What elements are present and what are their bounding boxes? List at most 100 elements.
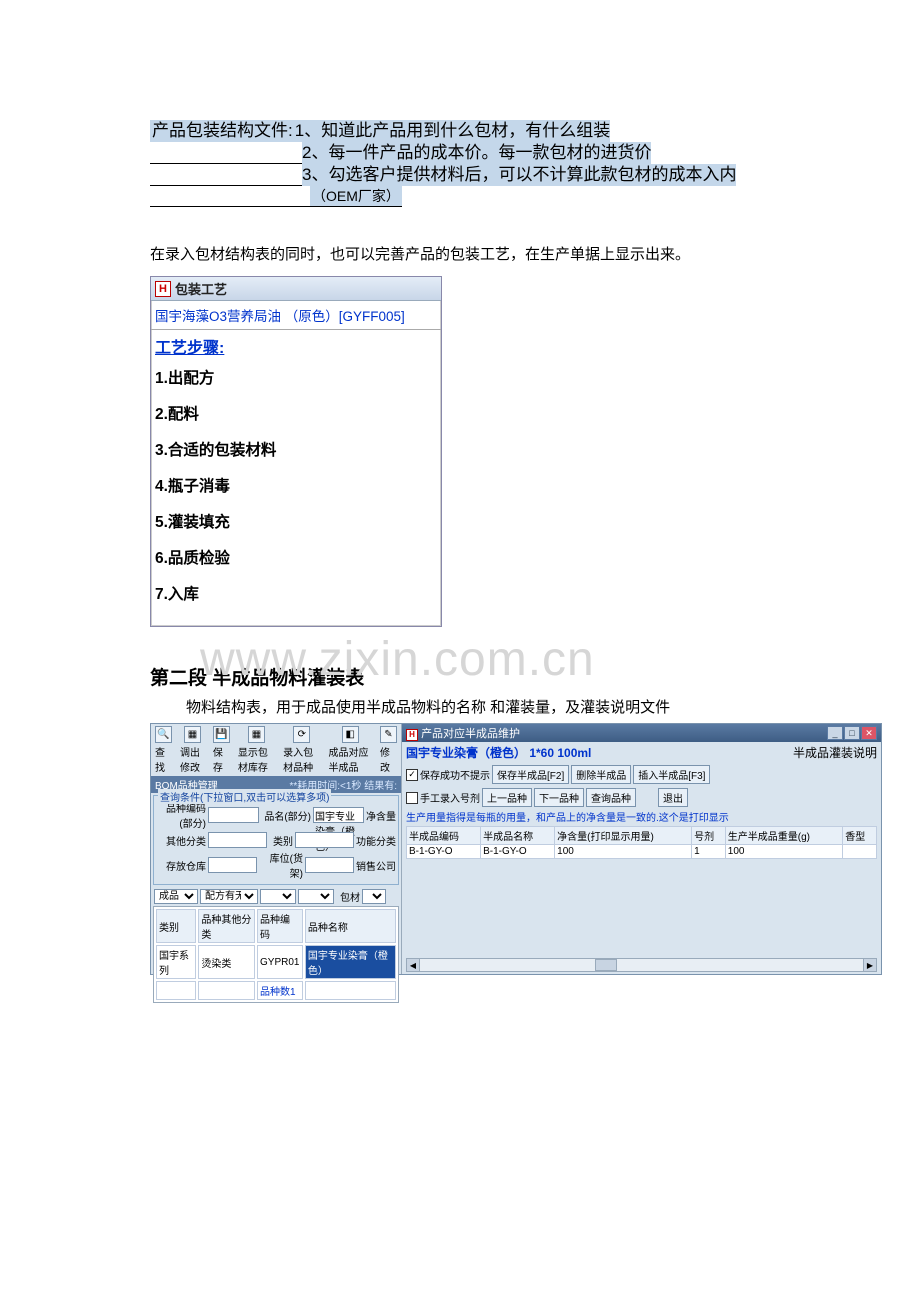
packaging-process-card: H 包装工艺 国宇海藻O3营养局油 （原色）[GYFF005] 工艺步骤: 1.… (150, 276, 442, 627)
btn-delete[interactable]: 删除半成品 (571, 765, 631, 784)
toolbar-find[interactable]: 🔍查找 (155, 726, 172, 774)
select-blank2[interactable] (298, 889, 334, 904)
horizontal-scrollbar[interactable]: ◀ ▶ (406, 958, 877, 972)
left-toolbar: 🔍查找 ▦调出修改 💾保存 ▦显示包材库存 ⟳录入包材品种 ◧成品对应半成品 ✎… (151, 724, 401, 776)
scroll-right-icon[interactable]: ▶ (863, 959, 876, 971)
col-agent[interactable]: 号剂 (692, 827, 726, 845)
card-titlebar: H 包装工艺 (151, 277, 441, 301)
col-category[interactable]: 类别 (156, 909, 196, 943)
table-row[interactable]: 国宇系列 烫染类 GYPR01 国宇专业染膏（橙色） (156, 945, 396, 979)
btn-prev[interactable]: 上一品种 (482, 788, 532, 807)
scroll-thumb[interactable] (595, 959, 617, 971)
select-pack[interactable] (362, 889, 386, 904)
input-category[interactable] (295, 832, 354, 848)
app-window: 🔍查找 ▦调出修改 💾保存 ▦显示包材库存 ⟳录入包材品种 ◧成品对应半成品 ✎… (150, 723, 882, 975)
col-name[interactable]: 品种名称 (305, 909, 396, 943)
card-title-text: 包装工艺 (175, 279, 227, 298)
btn-next[interactable]: 下一品种 (534, 788, 584, 807)
toolbar-input[interactable]: ⟳录入包材品种 (283, 726, 320, 774)
toolbar-modify[interactable]: ✎修改 (380, 726, 397, 774)
header-title-prefix: 产品包装结构文件: (150, 120, 295, 142)
refresh-icon: ⟳ (293, 726, 310, 743)
select-recipe[interactable]: 配方有无 (200, 889, 258, 904)
select-finished[interactable]: 成品 (154, 889, 198, 904)
label-sales: 销售公司 (356, 858, 396, 873)
save-icon: 💾 (213, 726, 230, 743)
table-header-row: 类别 品种其他分类 品种编码 品种名称 (156, 909, 396, 943)
search-icon: 🔍 (155, 726, 172, 743)
left-pane: 🔍查找 ▦调出修改 💾保存 ▦显示包材库存 ⟳录入包材品种 ◧成品对应半成品 ✎… (151, 724, 402, 974)
header-line3-num: 3、 (302, 165, 328, 184)
minimize-button[interactable]: _ (827, 726, 843, 740)
step-item: 5.灌装填充 (155, 510, 437, 532)
checkbox-icon: ✓ (406, 769, 418, 781)
steps-list: 1.出配方 2.配料 3.合适的包装材料 4.瓶子消毒 5.灌装填充 6.品质检… (151, 366, 441, 626)
toolbar-edit[interactable]: ▦调出修改 (180, 726, 205, 774)
grid-icon: ▦ (184, 726, 201, 743)
table-row[interactable]: B-1-GY-O B-1-GY-O 100 1 100 (407, 845, 877, 859)
paragraph-intro: 在录入包材结构表的同时，也可以完善产品的包装工艺，在生产单据上显示出来。 (150, 243, 800, 264)
section2-title: 第二段 半成品物料灌装表 (150, 663, 800, 690)
label-net: 净含量 (366, 808, 396, 823)
close-button[interactable]: ✕ (861, 726, 877, 740)
right-titlebar: H 产品对应半成品维护 _ □ ✕ (402, 724, 881, 742)
btn-query[interactable]: 查询品种 (586, 788, 636, 807)
checkbox-icon (406, 792, 418, 804)
col-fragrance[interactable]: 香型 (843, 827, 877, 845)
label-code: 品种编码(部分) (156, 800, 206, 830)
input-store[interactable] (208, 857, 257, 873)
card-icon: H (155, 281, 171, 297)
col-sp-name[interactable]: 半成品名称 (481, 827, 555, 845)
card-section-label: 工艺步骤: (151, 330, 441, 360)
label-pack: 包材 (336, 889, 360, 904)
label-store: 存放仓库 (156, 858, 206, 873)
right-note: 生产用量指得是每瓶的用量，和产品上的净含量是一致的.这个是打印显示 (402, 809, 881, 824)
query-group: 查询条件(下拉窗口,双击可以选算多项) 品种编码(部分) 品名(部分) 国宇专业… (153, 795, 399, 885)
input-name[interactable]: 国宇专业染膏（橙色） (313, 807, 364, 823)
header-oem: （OEM厂家） (310, 186, 402, 207)
btn-insert[interactable]: 插入半成品[F3] (633, 765, 710, 784)
header-line1-num: 1、 (295, 121, 321, 140)
input-code[interactable] (208, 807, 259, 823)
side-label[interactable]: 半成品灌装说明 (793, 744, 877, 761)
label-category: 类别 (269, 833, 293, 848)
table-header-row: 半成品编码 半成品名称 净含量(打印显示用量) 号剂 生产半成品重量(g) 香型 (407, 827, 877, 845)
input-loc[interactable] (305, 857, 354, 873)
window-icon: H (406, 729, 418, 741)
edit-icon: ✎ (380, 726, 397, 743)
section2-desc: 物料结构表，用于成品使用半成品物料的名称 和灌装量，及灌装说明文件 (186, 696, 800, 717)
step-item: 7.入库 (155, 582, 437, 604)
label-name: 品名(部分) (261, 808, 311, 823)
toolbar-save[interactable]: 💾保存 (213, 726, 230, 774)
col-code[interactable]: 品种编码 (257, 909, 303, 943)
col-other[interactable]: 品种其他分类 (198, 909, 255, 943)
section2: 第二段 半成品物料灌装表 物料结构表，用于成品使用半成品物料的名称 和灌装量，及… (150, 663, 800, 975)
toolbar-stock[interactable]: ▦显示包材库存 (238, 726, 275, 774)
select-blank1[interactable] (260, 889, 296, 904)
query-legend: 查询条件(下拉窗口,双击可以选算多项) (158, 789, 331, 804)
col-weight[interactable]: 生产半成品重量(g) (725, 827, 843, 845)
card-subtitle: 国宇海藻O3营养局油 （原色）[GYFF005] (151, 301, 441, 330)
scroll-left-icon[interactable]: ◀ (407, 959, 420, 971)
btn-save[interactable]: 保存半成品[F2] (492, 765, 569, 784)
header-block: 产品包装结构文件:1、知道此产品用到什么包材，有什么组装 2、每一件产品的成本价… (150, 120, 800, 207)
right-window-title: 产品对应半成品维护 (421, 728, 520, 740)
btn-exit[interactable]: 退出 (658, 788, 688, 807)
maximize-button[interactable]: □ (844, 726, 860, 740)
header-line2-text: 每一件产品的成本价。每一款包材的进货价 (328, 143, 651, 162)
toolbar-map[interactable]: ◧成品对应半成品 (328, 726, 372, 774)
col-net[interactable]: 净含量(打印显示用量) (555, 827, 692, 845)
label-func: 功能分类 (356, 833, 396, 848)
chk-manual[interactable]: 手工录入号剂 (406, 790, 480, 805)
step-item: 2.配料 (155, 402, 437, 424)
right-subtitle: 国宇专业染膏（橙色） 1*60 100ml (406, 744, 591, 761)
step-item: 4.瓶子消毒 (155, 474, 437, 496)
header-line1-text: 知道此产品用到什么包材，有什么组装 (321, 121, 610, 140)
label-other: 其他分类 (156, 833, 206, 848)
variety-count: 品种数1 (257, 981, 303, 1000)
chk-save-tip[interactable]: ✓保存成功不提示 (406, 767, 490, 782)
col-sp-code[interactable]: 半成品编码 (407, 827, 481, 845)
input-other[interactable] (208, 832, 267, 848)
panel-icon: ◧ (342, 726, 359, 743)
step-item: 6.品质检验 (155, 546, 437, 568)
